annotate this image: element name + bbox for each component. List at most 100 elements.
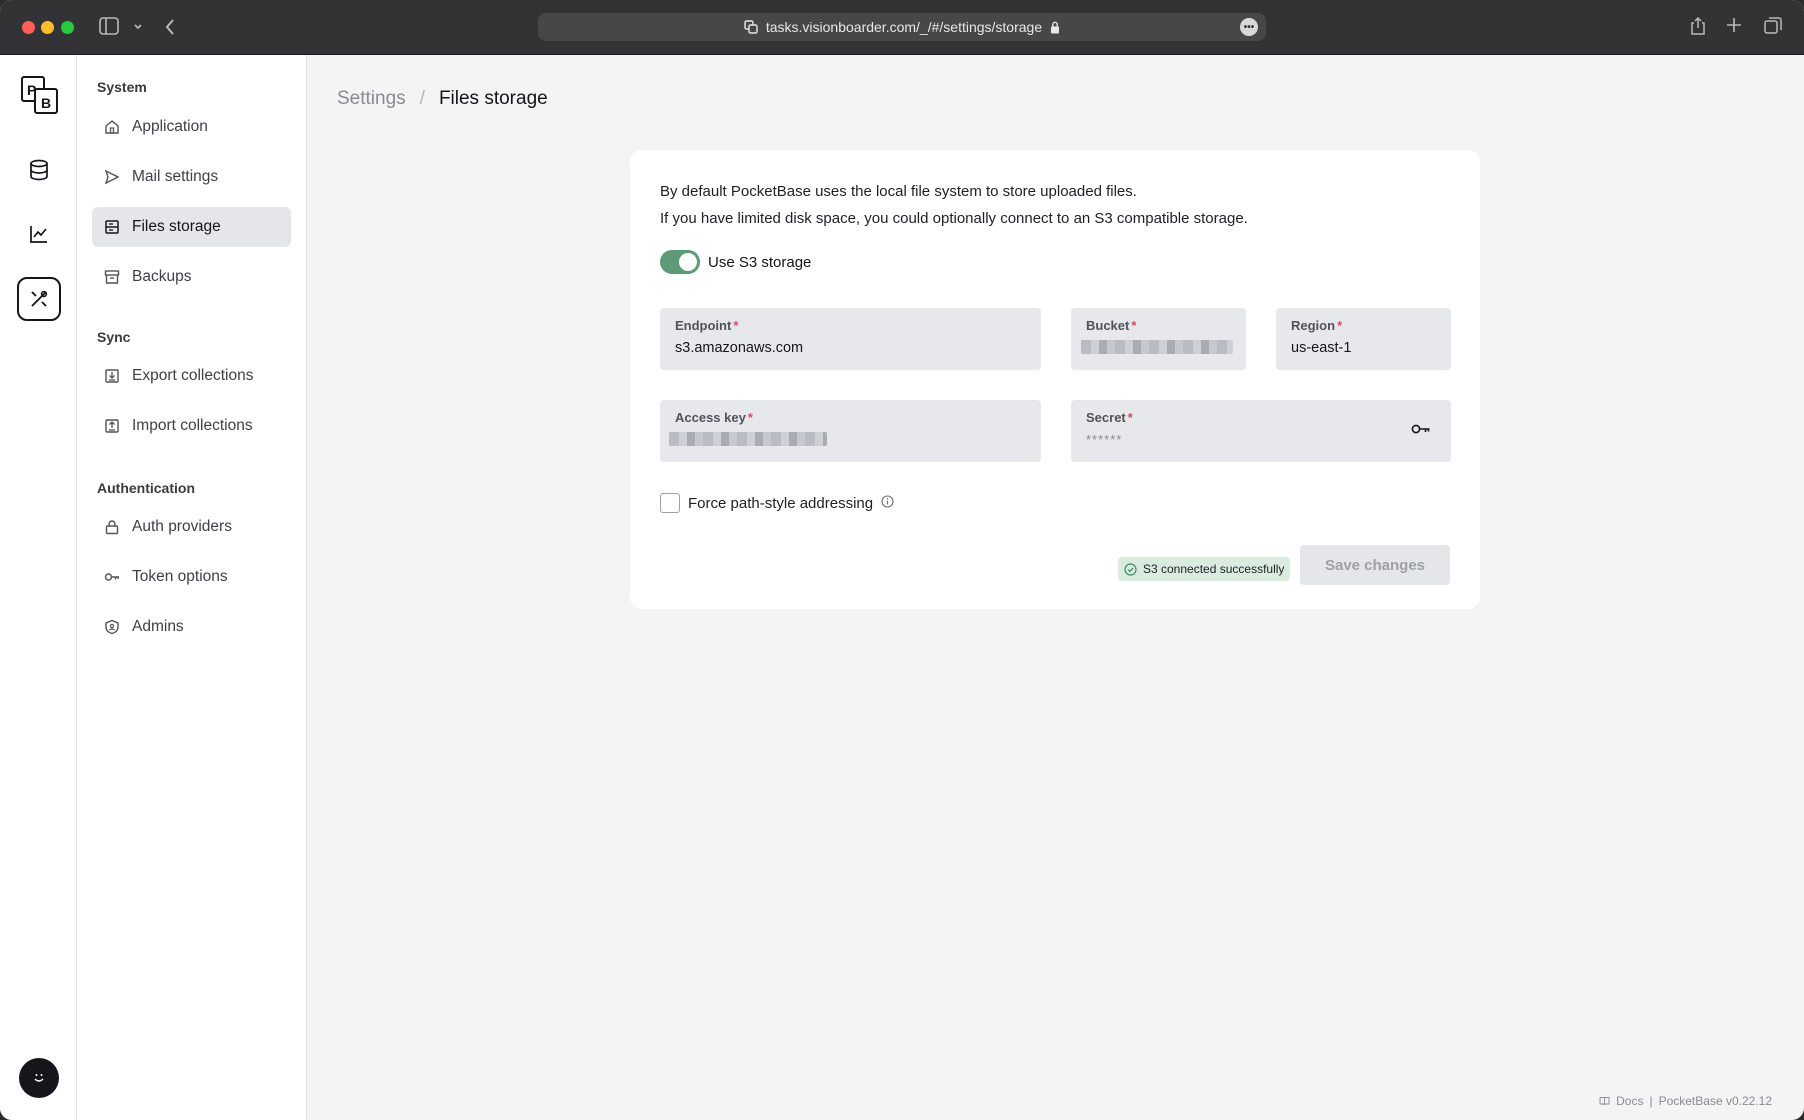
sidebar-item-backups[interactable]: Backups [92, 257, 291, 297]
import-icon [105, 419, 119, 433]
close-window-button[interactable] [22, 21, 35, 34]
access-key-label: Access key [675, 410, 746, 425]
lock-icon [105, 520, 119, 535]
sidebar-item-label: Application [132, 118, 208, 135]
redacted-value [669, 432, 827, 446]
check-circle-icon [1124, 562, 1137, 576]
export-icon [105, 369, 119, 383]
description-line-1: By default PocketBase uses the local fil… [660, 183, 1137, 200]
sidebar-item-label: Backups [132, 268, 192, 285]
breadcrumb: Settings / Files storage [337, 88, 548, 110]
region-field[interactable]: Region * us-east-1 [1276, 308, 1451, 370]
sidebar-item-files-storage[interactable]: Files storage [92, 207, 291, 247]
force-path-style-checkbox[interactable] [660, 493, 680, 513]
secret-field[interactable]: Secret * ****** [1071, 400, 1451, 462]
use-s3-toggle[interactable] [660, 250, 700, 274]
browser-window: tasks.visionboarder.com/_/#/settings/sto… [0, 0, 1804, 1120]
main-content: Settings / Files storage By default Pock… [307, 55, 1804, 1120]
app-rail: P B [0, 55, 77, 1120]
sidebar-item-import-collections[interactable]: Import collections [92, 406, 291, 446]
required-mark: * [733, 318, 739, 333]
secret-input[interactable]: ****** [1086, 432, 1122, 447]
breadcrumb-separator: / [419, 88, 425, 109]
settings-tools-icon[interactable] [17, 277, 61, 321]
force-path-style-label: Force path-style addressing [688, 494, 874, 512]
collections-database-icon[interactable] [17, 148, 61, 192]
version-text: PocketBase v0.22.12 [1658, 1094, 1772, 1108]
storage-icon [105, 220, 119, 234]
force-path-style-row[interactable]: Force path-style addressing [660, 493, 894, 513]
s3-status-badge: S3 connected successfully [1118, 557, 1291, 581]
sidebar-item-mail-settings[interactable]: Mail settings [92, 157, 291, 197]
book-icon [1599, 1097, 1610, 1106]
sidebar-item-token-options[interactable]: Token options [92, 557, 291, 597]
breadcrumb-settings-link[interactable]: Settings [337, 88, 406, 110]
use-s3-label: Use S3 storage [708, 253, 812, 271]
description-line-2: If you have limited disk space, you coul… [660, 210, 1248, 227]
sidebar-item-label: Export collections [132, 367, 254, 384]
docs-link[interactable]: Docs [1616, 1094, 1643, 1108]
sidebar-item-label: Files storage [132, 218, 221, 235]
svg-text:B: B [41, 95, 51, 111]
bucket-label: Bucket [1086, 318, 1130, 333]
key-icon [104, 573, 119, 581]
svg-text:P: P [27, 82, 36, 98]
archive-icon [104, 270, 120, 284]
maximize-window-button[interactable] [61, 21, 74, 34]
logs-chart-icon[interactable] [17, 212, 61, 256]
pocketbase-logo[interactable]: P B [20, 75, 60, 115]
minimize-window-button[interactable] [41, 21, 54, 34]
sidebar-item-label: Mail settings [132, 168, 219, 185]
url-text: tasks.visionboarder.com/_/#/settings/sto… [765, 19, 1043, 35]
required-mark: * [747, 410, 753, 425]
sidebar-item-label: Import collections [132, 417, 253, 434]
page-title: Files storage [438, 88, 548, 109]
use-s3-toggle-row[interactable]: Use S3 storage [660, 250, 811, 274]
sidebar-item-application[interactable]: Application [92, 107, 291, 147]
lock-icon [1051, 21, 1060, 33]
share-icon[interactable] [1690, 16, 1706, 40]
required-mark: * [1337, 318, 1343, 333]
sidebar-section-sync: Sync [97, 329, 131, 345]
sidebar-section-system: System [97, 79, 147, 95]
shield-icon [105, 619, 119, 635]
send-icon [104, 169, 120, 185]
settings-sidebar: System Application Mail settings Files s… [77, 55, 307, 1120]
home-icon [105, 120, 119, 134]
storage-description: By default PocketBase uses the local fil… [660, 178, 1248, 232]
new-tab-icon[interactable] [1726, 17, 1742, 37]
sidebar-item-label: Auth providers [132, 518, 232, 535]
address-bar[interactable]: tasks.visionboarder.com/_/#/settings/sto… [538, 13, 1266, 41]
required-mark: * [1131, 318, 1137, 333]
chevron-down-icon[interactable] [133, 18, 143, 38]
sidebar-item-label: Admins [132, 618, 184, 635]
back-arrow-icon[interactable] [164, 17, 176, 41]
region-label: Region [1291, 318, 1336, 333]
save-changes-button[interactable]: Save changes [1300, 545, 1450, 585]
tab-overview-icon[interactable] [1764, 17, 1782, 39]
site-settings-icon [744, 20, 758, 34]
bucket-field[interactable]: Bucket * [1071, 308, 1246, 370]
sidebar-item-label: Token options [132, 568, 228, 585]
info-icon[interactable] [881, 494, 894, 512]
user-avatar[interactable] [19, 1058, 59, 1098]
endpoint-label: Endpoint [675, 318, 732, 333]
sidebar-toggle-icon[interactable] [99, 17, 119, 39]
endpoint-field[interactable]: Endpoint * s3.amazonaws.com [660, 308, 1041, 370]
access-key-input[interactable] [669, 432, 1026, 450]
access-key-field[interactable]: Access key * [660, 400, 1041, 462]
required-mark: * [1127, 410, 1133, 425]
endpoint-input[interactable]: s3.amazonaws.com [675, 340, 1026, 358]
browser-toolbar: tasks.visionboarder.com/_/#/settings/sto… [0, 0, 1804, 55]
storage-settings-card: By default PocketBase uses the local fil… [630, 150, 1480, 609]
footer: Docs | PocketBase v0.22.12 [1599, 1094, 1772, 1108]
bucket-input[interactable] [1081, 340, 1233, 358]
redacted-value [1081, 340, 1233, 354]
more-options-icon[interactable]: ••• [1240, 18, 1258, 36]
footer-separator: | [1649, 1094, 1653, 1108]
sidebar-item-admins[interactable]: Admins [92, 607, 291, 647]
sidebar-item-export-collections[interactable]: Export collections [92, 356, 291, 396]
key-icon[interactable] [1411, 422, 1431, 441]
sidebar-item-auth-providers[interactable]: Auth providers [92, 507, 291, 547]
region-input[interactable]: us-east-1 [1291, 340, 1436, 358]
